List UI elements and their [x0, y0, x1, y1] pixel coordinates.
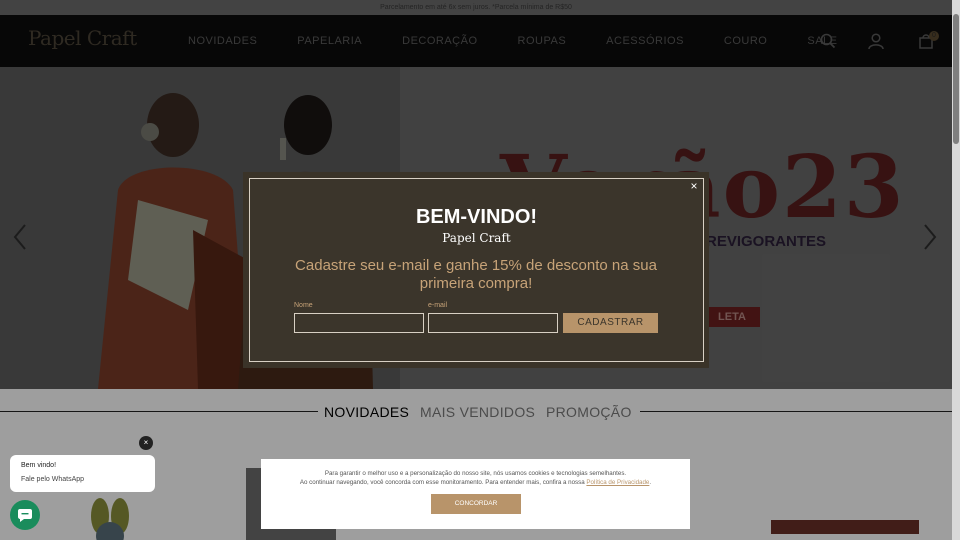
- email-input[interactable]: [428, 313, 558, 333]
- whatsapp-button[interactable]: [10, 500, 40, 530]
- chat-icon: [18, 509, 32, 522]
- cookie-line-1: Para garantir o melhor uso e a personali…: [324, 470, 627, 477]
- modal-brand: Papel Craft: [442, 231, 511, 245]
- cookie-line-2: Ao continuar navegando, você concorda co…: [299, 479, 587, 486]
- chat-text: Fale pelo WhatsApp: [21, 476, 85, 483]
- page-scrollbar[interactable]: [952, 0, 960, 540]
- chat-title: Bem vindo!: [21, 462, 57, 469]
- chat-bubble[interactable]: [10, 455, 155, 492]
- name-label: Nome: [294, 302, 313, 309]
- cookie-text: Para garantir o melhor uso e a personali…: [261, 469, 690, 487]
- email-label: e-mail: [428, 302, 448, 309]
- chat-close-icon[interactable]: ×: [139, 436, 153, 450]
- scrollbar-thumb[interactable]: [953, 14, 959, 144]
- modal-title: BEM-VINDO!: [415, 206, 538, 228]
- cookie-line-end: .: [649, 479, 652, 486]
- concordar-button[interactable]: CONCORDAR: [431, 494, 521, 514]
- name-input[interactable]: [294, 313, 424, 333]
- close-icon[interactable]: ×: [688, 180, 700, 192]
- modal-offer-text: Cadastre seu e-mail e ganhe 15% de desco…: [295, 257, 657, 292]
- cadastrar-button[interactable]: CADASTRAR: [563, 313, 658, 333]
- privacy-policy-link[interactable]: Política de Privacidade: [586, 479, 649, 486]
